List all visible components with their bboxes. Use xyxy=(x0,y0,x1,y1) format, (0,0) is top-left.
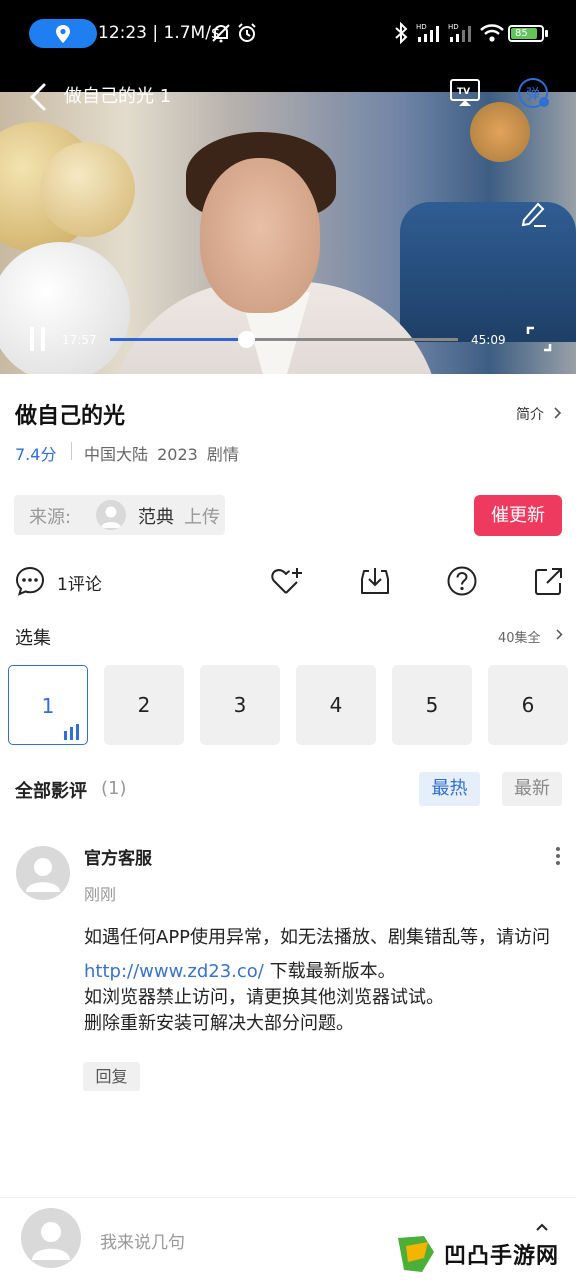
signal-icon-2: HD xyxy=(448,23,471,42)
seek-knob[interactable] xyxy=(237,331,255,348)
commenter-avatar[interactable] xyxy=(16,846,70,900)
my-avatar[interactable] xyxy=(21,1208,81,1268)
drama-title: 做自己的光 xyxy=(15,404,126,429)
more-vertical-icon[interactable] xyxy=(554,846,562,866)
video-frame xyxy=(0,92,576,374)
download-icon[interactable] xyxy=(359,565,391,597)
video-player[interactable]: 做自己的光 1 TV 弹 17:57 45:09 xyxy=(0,66,576,374)
mute-bell-icon xyxy=(212,24,230,43)
seek-bar-played xyxy=(110,338,246,341)
watermark-logo-icon xyxy=(398,1236,434,1272)
source-uploader[interactable]: 来源: 范典 上传 xyxy=(14,495,225,535)
source-label: 来源: xyxy=(29,507,72,528)
tv-cast-icon[interactable]: TV xyxy=(449,78,481,108)
comment-body: 如遇任何APP使用异常，如无法播放、剧集错乱等，请访问 http://www.z… xyxy=(84,925,560,1037)
battery-percent: 85 xyxy=(515,28,528,39)
episode-button[interactable]: 2 xyxy=(104,665,184,745)
comment-link[interactable]: http://www.zd23.co/ xyxy=(84,961,264,982)
sort-newest-button[interactable]: 最新 xyxy=(502,772,562,806)
seek-bar[interactable] xyxy=(110,331,458,348)
svg-text:HD: HD xyxy=(448,23,459,31)
danmaku-icon[interactable]: 弹 xyxy=(516,76,552,112)
reviews-count: (1) xyxy=(101,778,127,799)
comment-input[interactable]: 我来说几句 xyxy=(100,1228,185,1253)
current-time: 17:57 xyxy=(62,333,97,347)
episode-button[interactable]: 4 xyxy=(296,665,376,745)
status-bar: 12:23 | 1.7M/s HD HD 85 xyxy=(0,0,576,66)
signal-icon-1: HD xyxy=(416,23,439,42)
episode-button[interactable]: 3 xyxy=(200,665,280,745)
playing-bars-icon xyxy=(64,724,79,740)
user-silhouette-icon xyxy=(32,1222,70,1260)
help-icon[interactable] xyxy=(446,565,478,597)
intro-link[interactable]: 简介 xyxy=(516,404,544,424)
watermark-text: 凹凸手游网 xyxy=(444,1244,560,1269)
comment-count[interactable]: 1评论 xyxy=(57,570,102,595)
urge-update-button[interactable]: 催更新 xyxy=(474,495,562,536)
back-icon[interactable] xyxy=(26,82,50,112)
svg-text:弹: 弹 xyxy=(526,87,540,103)
pen-icon[interactable] xyxy=(520,198,548,228)
app-page: 12:23 | 1.7M/s HD HD 85 做自己的光 1 TV 弹 17:… xyxy=(0,0,576,1280)
comment-line: 删除重新安装可解决大部分问题。 xyxy=(84,1013,354,1034)
episode-button[interactable]: 6 xyxy=(488,665,568,745)
chevron-right-icon[interactable] xyxy=(553,406,563,420)
comment-icon[interactable] xyxy=(14,565,46,597)
comment-line: http://www.zd23.co/ 下载最新版本。 xyxy=(84,959,560,985)
bluetooth-icon xyxy=(395,22,408,44)
video-title: 做自己的光 1 xyxy=(64,86,172,107)
total-time: 45:09 xyxy=(471,333,506,347)
comment-line: 如浏览器禁止访问，请更换其他浏览器试试。 xyxy=(84,987,444,1008)
upload-suffix: 上传 xyxy=(184,507,220,528)
rating-score: 7.4分 xyxy=(15,445,57,464)
episode-button[interactable]: 5 xyxy=(392,665,472,745)
location-pin-icon xyxy=(56,25,70,43)
favorite-add-icon[interactable] xyxy=(270,565,304,597)
reply-button[interactable]: 回复 xyxy=(83,1062,140,1091)
location-indicator[interactable] xyxy=(29,19,97,48)
drama-meta: 中国大陆 2023 剧情 xyxy=(84,445,239,464)
episode-button[interactable]: 1 xyxy=(8,665,88,745)
uploader-avatar xyxy=(96,500,126,530)
chevron-up-icon[interactable] xyxy=(535,1222,549,1232)
uploader-name: 范典 xyxy=(138,507,174,528)
pause-icon[interactable] xyxy=(28,326,48,352)
bottom-divider xyxy=(0,1197,576,1198)
fullscreen-icon[interactable] xyxy=(526,326,552,352)
user-silhouette-icon xyxy=(26,858,60,892)
comment-link-suffix: 下载最新版本。 xyxy=(263,961,396,982)
user-silhouette-icon xyxy=(101,506,121,528)
chevron-right-icon[interactable] xyxy=(555,628,564,641)
battery-indicator: 85 xyxy=(508,25,544,42)
battery-nub xyxy=(545,30,548,37)
all-episodes-link[interactable]: 40集全 xyxy=(498,627,541,646)
commenter-name: 官方客服 xyxy=(84,849,152,869)
site-watermark: 凹凸手游网 xyxy=(394,1232,576,1276)
episode-number: 1 xyxy=(41,694,55,718)
svg-text:TV: TV xyxy=(457,87,470,97)
status-time-speed: 12:23 | 1.7M/s xyxy=(98,23,220,43)
svg-text:HD: HD xyxy=(416,23,427,31)
comment-time: 刚刚 xyxy=(84,885,117,904)
share-icon[interactable] xyxy=(533,565,565,597)
reviews-title: 全部影评 xyxy=(15,781,87,802)
episodes-title: 选集 xyxy=(15,628,51,649)
comment-line: 如遇任何APP使用异常，如无法播放、剧集错乱等，请访问 xyxy=(84,927,551,948)
alarm-clock-icon xyxy=(238,23,256,42)
meta-divider xyxy=(71,442,72,460)
sort-hottest-button[interactable]: 最热 xyxy=(419,772,480,806)
wifi-icon xyxy=(480,24,504,42)
